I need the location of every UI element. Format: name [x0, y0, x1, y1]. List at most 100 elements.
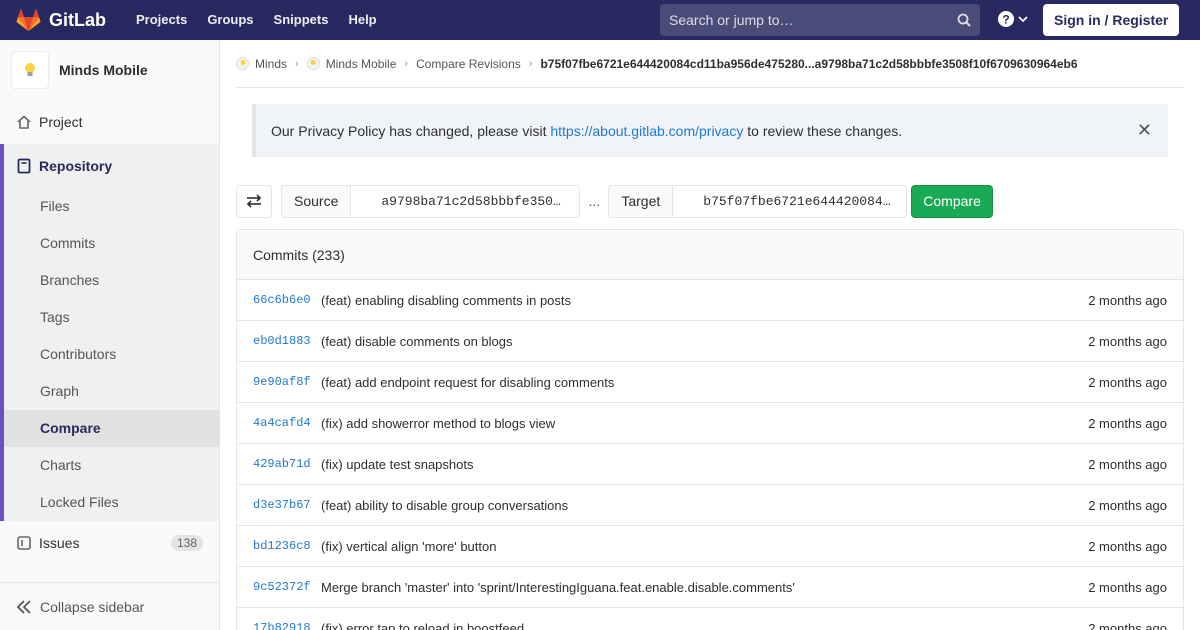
sidebar-item-contributors[interactable]: Contributors [4, 336, 219, 373]
commits-list: Commits (233) 66c6b6e0 (feat) enabling d… [236, 229, 1184, 630]
sidebar-item-tags[interactable]: Tags [4, 299, 219, 336]
commit-time: 2 months ago [1088, 579, 1167, 595]
gitlab-logo-icon [16, 8, 41, 31]
breadcrumb-minds[interactable]: Minds [236, 57, 287, 71]
nav-groups[interactable]: Groups [197, 0, 263, 40]
sidebar-item-commits[interactable]: Commits [4, 225, 219, 262]
project-avatar [11, 51, 49, 89]
sidebar-item-branches[interactable]: Branches [4, 262, 219, 299]
commit-sha-link[interactable]: 9e90af8f [253, 375, 321, 389]
table-row: 4a4cafd4 (fix) add showerror method to b… [237, 403, 1183, 444]
commit-message[interactable]: (fix) add showerror method to blogs view [321, 416, 1088, 431]
lightbulb-icon [236, 57, 249, 70]
commit-time: 2 months ago [1088, 620, 1167, 630]
target-field: Target b75f07fbe6721e644420084cd11ba956d… [608, 184, 908, 218]
sidebar-item-label: Issues [39, 535, 80, 551]
sidebar-item-charts[interactable]: Charts [4, 447, 219, 484]
project-header[interactable]: Minds Mobile [0, 40, 219, 100]
issues-count-badge: 138 [170, 535, 203, 551]
target-input[interactable]: b75f07fbe6721e644420084cd11ba956de475280 [673, 184, 908, 218]
commit-time: 2 months ago [1088, 497, 1167, 513]
commit-sha-link[interactable]: 66c6b6e0 [253, 293, 321, 307]
gitlab-logo-link[interactable]: GitLab [16, 0, 106, 40]
sidebar-item-graph[interactable]: Graph [4, 373, 219, 410]
table-row: 9c52372f Merge branch 'master' into 'spr… [237, 567, 1183, 608]
sidebar-item-label: Repository [39, 158, 113, 174]
sidebar-item-issues[interactable]: Issues 138 [0, 521, 219, 565]
nav-help[interactable]: Help [338, 0, 386, 40]
double-chevron-left-icon [16, 599, 31, 614]
table-row: bd1236c8 (fix) vertical align 'more' but… [237, 526, 1183, 567]
commit-time: 2 months ago [1088, 538, 1167, 554]
breadcrumb-separator-icon: › [528, 57, 533, 70]
close-icon[interactable]: ✕ [1137, 121, 1152, 139]
commits-header: Commits (233) [237, 230, 1183, 280]
nav-snippets[interactable]: Snippets [264, 0, 339, 40]
book-icon [16, 158, 32, 174]
table-row: 66c6b6e0 (feat) enabling disabling comme… [237, 280, 1183, 321]
help-dropdown[interactable]: ? [998, 11, 1029, 27]
sidebar-item-compare[interactable]: Compare [4, 410, 219, 447]
breadcrumb-label: Minds [255, 56, 288, 71]
home-icon [16, 114, 32, 130]
breadcrumb-separator-icon: › [295, 57, 299, 70]
commit-sha-link[interactable]: d3e37b67 [253, 498, 321, 512]
commit-message[interactable]: Merge branch 'master' into 'sprint/Inter… [321, 580, 1088, 595]
lightbulb-icon [25, 63, 35, 76]
sidebar-item-repository[interactable]: Repository [4, 144, 219, 188]
commit-message[interactable]: (feat) add endpoint request for disablin… [321, 375, 1088, 390]
commit-time: 2 months ago [1088, 415, 1167, 431]
alert-text-prefix: Our Privacy Policy has changed, please v… [271, 122, 551, 139]
privacy-policy-alert: Our Privacy Policy has changed, please v… [252, 104, 1168, 157]
source-input[interactable]: a9798ba71c2d58bbbfe3508f10f6709630964eb6 [351, 184, 581, 218]
commit-time: 2 months ago [1088, 374, 1167, 390]
commit-sha-link[interactable]: 9c52372f [253, 580, 321, 594]
commit-message[interactable]: (feat) disable comments on blogs [321, 334, 1088, 349]
commit-time: 2 months ago [1088, 456, 1167, 472]
compare-dots: ... [588, 193, 601, 209]
brand-name: GitLab [49, 9, 106, 30]
breadcrumb-minds-mobile[interactable]: Minds Mobile [306, 56, 397, 71]
nav-projects[interactable]: Projects [126, 0, 197, 40]
top-navbar: GitLab Projects Groups Snippets Help Sea… [0, 0, 1200, 40]
commit-sha-link[interactable]: 429ab71d [253, 457, 321, 471]
commit-message[interactable]: (fix) error tap to reload in boostfeed [321, 621, 1088, 630]
commit-message[interactable]: (feat) ability to disable group conversa… [321, 498, 1088, 513]
sidebar-item-files[interactable]: Files [4, 188, 219, 225]
project-name: Minds Mobile [59, 62, 148, 78]
table-row: 9e90af8f (feat) add endpoint request for… [237, 362, 1183, 403]
commit-sha-link[interactable]: 17b82918 [253, 621, 321, 630]
commit-sha-link[interactable]: bd1236c8 [253, 539, 321, 553]
compare-button[interactable]: Compare [911, 184, 993, 218]
project-sidebar: Minds Mobile Project Repository Files Co… [0, 40, 220, 630]
breadcrumb-current[interactable]: b75f07fbe6721e644420084cd11ba956de475280… [540, 57, 1077, 71]
issues-icon [16, 535, 32, 551]
commit-sha-link[interactable]: 4a4cafd4 [253, 416, 321, 430]
chevron-down-icon [1018, 16, 1028, 23]
commit-message[interactable]: (fix) vertical align 'more' button [321, 539, 1088, 554]
commit-message[interactable]: (feat) enabling disabling comments in po… [321, 293, 1088, 308]
collapse-sidebar-button[interactable]: Collapse sidebar [0, 582, 219, 630]
sign-in-button[interactable]: Sign in / Register [1043, 4, 1180, 36]
source-field: Source a9798ba71c2d58bbbfe3508f10f670963… [281, 184, 581, 218]
breadcrumb-compare-revisions[interactable]: Compare Revisions [416, 57, 521, 71]
sidebar-repository-section: Repository Files Commits Branches Tags C… [0, 144, 219, 521]
breadcrumb: Minds › Minds Mobile › Compare Revisions… [236, 40, 1184, 88]
sidebar-item-locked-files[interactable]: Locked Files [4, 484, 219, 521]
table-row: d3e37b67 (feat) ability to disable group… [237, 485, 1183, 526]
swap-icon [246, 194, 262, 208]
target-label: Target [608, 184, 674, 218]
sidebar-item-project[interactable]: Project [0, 100, 219, 144]
commit-message[interactable]: (fix) update test snapshots [321, 457, 1088, 472]
commit-sha-link[interactable]: eb0d1883 [253, 334, 321, 348]
breadcrumb-label: Minds Mobile [325, 56, 397, 71]
source-label: Source [281, 184, 352, 218]
search-input[interactable]: Search or jump to… [660, 4, 980, 36]
table-row: 429ab71d (fix) update test snapshots 2 m… [237, 444, 1183, 485]
swap-revisions-button[interactable] [236, 184, 272, 218]
collapse-label: Collapse sidebar [40, 598, 145, 615]
privacy-link[interactable]: https://about.gitlab.com/privacy [550, 123, 743, 139]
compare-form: Source a9798ba71c2d58bbbfe3508f10f670963… [236, 184, 993, 218]
alert-text-suffix: to review these changes. [743, 122, 903, 139]
commit-time: 2 months ago [1088, 292, 1167, 308]
